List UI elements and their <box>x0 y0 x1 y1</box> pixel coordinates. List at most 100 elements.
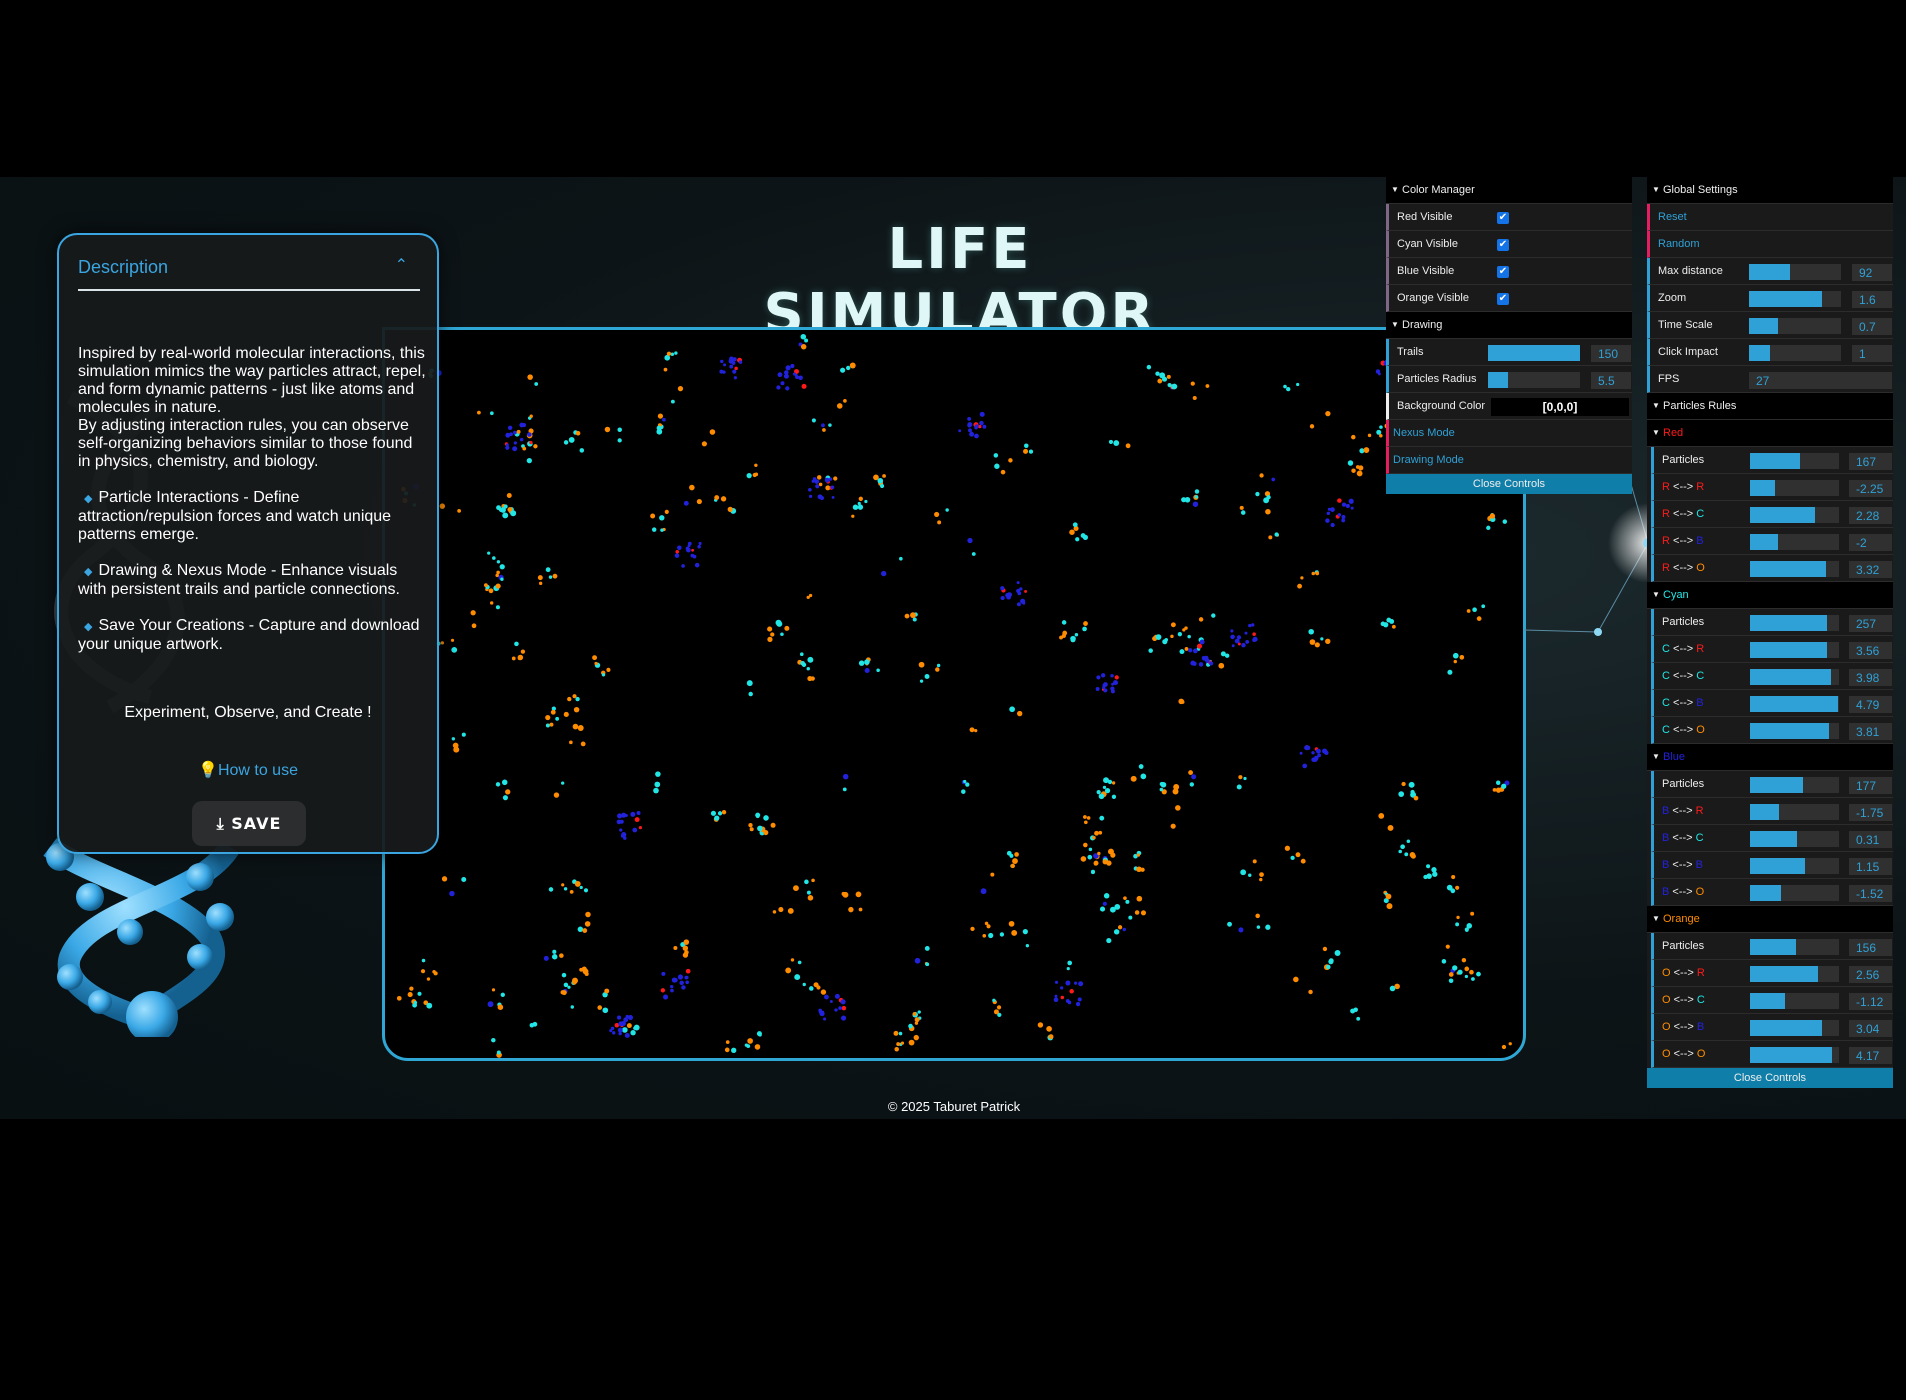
particle <box>793 885 799 892</box>
nexus-mode-button[interactable]: Nexus Mode <box>1386 420 1632 447</box>
slider-value[interactable]: 1 <box>1852 345 1892 362</box>
checkbox[interactable]: ✔ <box>1497 293 1509 305</box>
checkbox[interactable]: ✔ <box>1497 239 1509 251</box>
particle <box>1187 648 1193 653</box>
rule-value[interactable]: -1.52 <box>1849 885 1892 902</box>
rules-group-red[interactable]: ▼ Red <box>1647 420 1893 447</box>
rule-slider[interactable] <box>1750 777 1839 793</box>
rule-arrow: <--> <box>1673 967 1694 979</box>
simulation-canvas[interactable] <box>382 327 1526 1061</box>
particle <box>574 880 581 887</box>
chevron-up-icon[interactable]: ⌃ <box>395 255 408 275</box>
rule-value[interactable]: 167 <box>1849 453 1892 470</box>
rule-value[interactable]: 3.56 <box>1849 642 1892 659</box>
rule-slider[interactable] <box>1750 993 1839 1009</box>
rule-slider[interactable] <box>1750 507 1839 523</box>
particle <box>619 828 623 832</box>
rule-to: C <box>1695 832 1704 844</box>
rule-value[interactable]: 156 <box>1849 939 1892 956</box>
rule-value[interactable]: -2.25 <box>1849 480 1892 497</box>
particle <box>1317 753 1322 758</box>
radius-value[interactable]: 5.5 <box>1591 372 1631 389</box>
rule-slider[interactable] <box>1750 561 1839 577</box>
folder-drawing[interactable]: ▼ Drawing <box>1386 312 1632 339</box>
trails-slider[interactable] <box>1488 345 1580 361</box>
rules-group-orange[interactable]: ▼ Orange <box>1647 906 1893 933</box>
particle <box>1218 662 1225 669</box>
rule-slider[interactable] <box>1750 966 1839 982</box>
rule-value[interactable]: -2 <box>1849 534 1892 551</box>
global-slider[interactable] <box>1749 291 1841 307</box>
global-slider[interactable] <box>1749 318 1841 334</box>
particle <box>1391 624 1396 629</box>
rule-slider[interactable] <box>1750 831 1839 847</box>
how-to-use-link[interactable]: 💡How to use <box>59 760 437 780</box>
rules-group-cyan[interactable]: ▼ Cyan <box>1647 582 1893 609</box>
rule-slider[interactable] <box>1750 615 1839 631</box>
rule-slider[interactable] <box>1750 534 1839 550</box>
slider-value[interactable]: 92 <box>1852 264 1892 281</box>
drawing-mode-button[interactable]: Drawing Mode <box>1386 447 1632 474</box>
slider-value[interactable]: 1.6 <box>1852 291 1892 308</box>
particle <box>1245 640 1250 644</box>
rule-control: O <--> R 2.56 <box>1651 960 1893 987</box>
rules-group-blue[interactable]: ▼ Blue <box>1647 744 1893 771</box>
rule-slider[interactable] <box>1750 858 1839 874</box>
rule-label: Particles <box>1662 940 1705 952</box>
rule-value[interactable]: 0.31 <box>1849 831 1892 848</box>
save-button[interactable]: ⤓ SAVE <box>192 801 306 846</box>
rule-value[interactable]: 3.98 <box>1849 669 1892 686</box>
folder-global-settings[interactable]: ▼ Global Settings <box>1647 177 1893 204</box>
particle <box>1125 899 1130 904</box>
particle <box>1192 395 1197 400</box>
checkbox[interactable]: ✔ <box>1497 212 1509 224</box>
rule-value[interactable]: 177 <box>1849 777 1892 794</box>
trails-value[interactable]: 150 <box>1591 345 1631 362</box>
rule-slider[interactable] <box>1750 453 1839 469</box>
rule-value[interactable]: 1.15 <box>1849 858 1892 875</box>
rule-value[interactable]: 3.81 <box>1849 723 1892 740</box>
folder-color-manager[interactable]: ▼ Color Manager <box>1386 177 1632 204</box>
particle <box>992 998 996 1003</box>
rule-slider[interactable] <box>1750 723 1839 739</box>
rule-value[interactable]: -1.12 <box>1849 993 1892 1010</box>
rule-slider[interactable] <box>1750 885 1839 901</box>
rule-value[interactable]: 2.28 <box>1849 507 1892 524</box>
global-slider[interactable] <box>1749 345 1841 361</box>
background-color-value[interactable]: [0,0,0] <box>1491 398 1629 416</box>
rule-from: O <box>1662 1021 1671 1033</box>
close-controls-button[interactable]: Close Controls <box>1647 1068 1893 1088</box>
particle <box>1102 859 1108 865</box>
reset-button[interactable]: Reset <box>1647 204 1893 231</box>
close-controls-button[interactable]: Close Controls <box>1386 474 1632 494</box>
rule-slider[interactable] <box>1750 1020 1839 1036</box>
rule-value[interactable]: 4.79 <box>1849 696 1892 713</box>
rule-value[interactable]: 4.17 <box>1849 1047 1892 1064</box>
folder-particles-rules[interactable]: ▼ Particles Rules <box>1647 393 1893 420</box>
description-header[interactable]: Description ⌃ <box>78 257 420 291</box>
random-button[interactable]: Random <box>1647 231 1893 258</box>
particle <box>495 583 501 589</box>
rule-to: R <box>1696 481 1705 493</box>
rule-value[interactable]: 2.56 <box>1849 966 1892 983</box>
rule-slider[interactable] <box>1750 939 1839 955</box>
rule-slider[interactable] <box>1750 480 1839 496</box>
fps-value[interactable]: 27 <box>1749 372 1892 389</box>
particle <box>1325 638 1331 644</box>
slider-value[interactable]: 0.7 <box>1852 318 1892 335</box>
rule-value[interactable]: 257 <box>1849 615 1892 632</box>
rule-slider[interactable] <box>1750 669 1839 685</box>
rule-slider[interactable] <box>1750 1047 1839 1063</box>
rule-slider[interactable] <box>1750 696 1839 712</box>
checkbox[interactable]: ✔ <box>1497 266 1509 278</box>
rule-value[interactable]: -1.75 <box>1849 804 1892 821</box>
particle <box>829 477 833 481</box>
particle <box>1330 507 1335 512</box>
rule-value[interactable]: 3.32 <box>1849 561 1892 578</box>
rule-slider[interactable] <box>1750 642 1839 658</box>
global-slider[interactable] <box>1749 264 1841 280</box>
rule-slider[interactable] <box>1750 804 1839 820</box>
slider-fill <box>1750 831 1798 847</box>
rule-value[interactable]: 3.04 <box>1849 1020 1892 1037</box>
radius-slider[interactable] <box>1488 372 1580 388</box>
